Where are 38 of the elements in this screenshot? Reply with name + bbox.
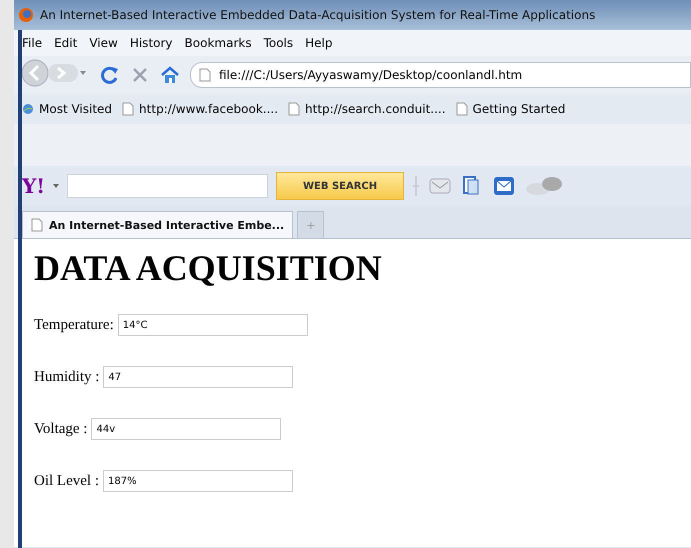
field-label: Temperature: bbox=[34, 316, 114, 334]
separator-icon bbox=[412, 174, 420, 198]
globe-icon bbox=[22, 103, 34, 115]
menu-item[interactable]: Tools bbox=[264, 36, 294, 50]
bookmark-item[interactable]: Most Visited bbox=[22, 102, 112, 116]
page-icon bbox=[288, 102, 300, 116]
menu-item[interactable]: Bookmarks bbox=[184, 36, 252, 50]
logo[interactable]: Y! bbox=[22, 174, 46, 198]
dropdown-caret-icon[interactable] bbox=[53, 184, 60, 188]
browser-logo-icon bbox=[18, 7, 34, 23]
mail-icon[interactable] bbox=[492, 174, 516, 198]
search-field[interactable] bbox=[67, 174, 268, 198]
page-heading: DATA ACQUISITION bbox=[34, 247, 383, 289]
menu-item[interactable]: Help bbox=[305, 36, 332, 50]
menu-item[interactable]: File bbox=[22, 36, 42, 50]
bookmark-item[interactable]: http://www.facebook.... bbox=[122, 102, 278, 116]
input-field[interactable]: 44v bbox=[91, 418, 282, 440]
browser-tab[interactable]: An Internet-Based Interactive Embe... bbox=[22, 211, 294, 238]
field-label: Oil Level : bbox=[34, 472, 99, 490]
address-field[interactable]: file:///C:/Users/Ayyaswamy/Desktop/coonlandl.htm bbox=[190, 62, 691, 88]
reload-icon[interactable] bbox=[100, 65, 120, 85]
page-icon bbox=[199, 68, 211, 82]
page-icon bbox=[456, 102, 468, 116]
bookmark-item[interactable]: http://search.conduit.... bbox=[288, 102, 446, 116]
field-label: Voltage : bbox=[34, 420, 88, 438]
menu-item[interactable]: Edit bbox=[54, 36, 78, 50]
page-icon bbox=[122, 102, 134, 116]
window-title: An Internet-Based Interactive Embedded Data-Acquisition System for Real-Time Applications bbox=[40, 8, 596, 22]
input-field[interactable]: 47 bbox=[103, 366, 294, 388]
home-icon[interactable] bbox=[160, 65, 180, 85]
input-field[interactable]: 14°C bbox=[118, 314, 308, 336]
field-label: Humidity : bbox=[34, 368, 100, 386]
input-field[interactable]: 187% bbox=[102, 470, 293, 492]
web-search-button[interactable]: WEB SEARCH bbox=[276, 172, 404, 200]
menu-item[interactable]: View bbox=[89, 36, 118, 50]
page-icon bbox=[31, 218, 43, 232]
bookmark-item[interactable]: Getting Started bbox=[456, 102, 566, 116]
menu-item[interactable]: History bbox=[130, 36, 173, 50]
